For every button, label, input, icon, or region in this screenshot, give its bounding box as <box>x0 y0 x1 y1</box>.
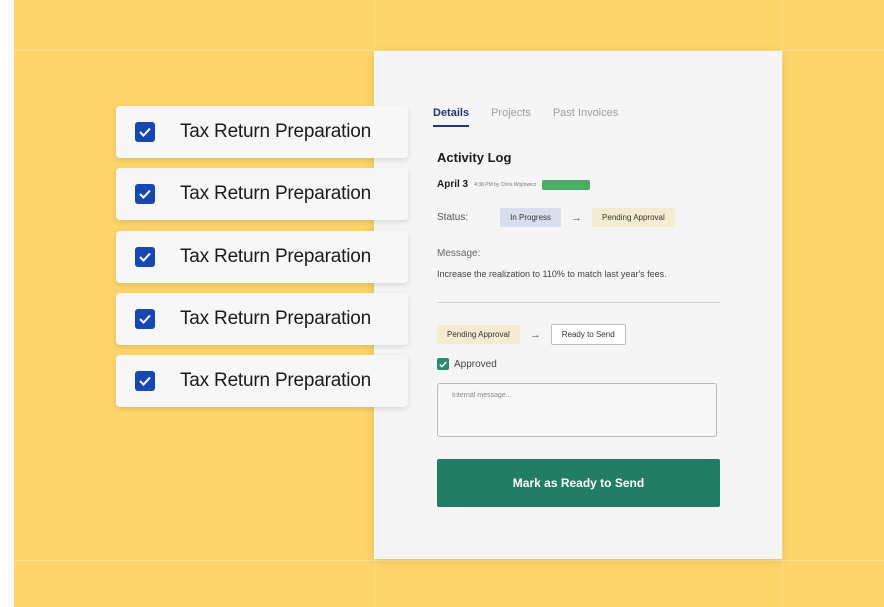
status-from-badge: In Progress <box>500 208 562 227</box>
task-label: Tax Return Preparation <box>180 121 371 142</box>
tab-projects[interactable]: Projects <box>491 107 531 127</box>
approved-label: Approved <box>454 358 497 370</box>
task-item[interactable]: Tax Return Preparation <box>116 231 408 283</box>
status-tag <box>542 179 591 190</box>
task-item[interactable]: Tax Return Preparation <box>116 293 408 345</box>
checkbox-checked[interactable] <box>135 122 155 142</box>
grid-line <box>14 560 884 561</box>
details-panel: Details Projects Past Invoices Activity … <box>374 51 782 559</box>
status-transition: Pending Approval → Ready to Send <box>437 324 626 345</box>
approved-checkbox-row[interactable]: Approved <box>437 358 497 370</box>
log-entry-header: April 3 4:38 PM by Chris Wojtowicz <box>437 179 591 190</box>
checkbox-checked[interactable] <box>135 184 155 204</box>
mark-ready-button[interactable]: Mark as Ready to Send <box>437 459 720 507</box>
status-change: Status: In Progress → Pending Approval <box>437 208 675 227</box>
check-icon <box>139 189 151 199</box>
log-date: April 3 <box>437 179 469 190</box>
tab-bar: Details Projects Past Invoices <box>433 107 618 127</box>
check-icon <box>139 127 151 137</box>
task-item[interactable]: Tax Return Preparation <box>116 168 408 220</box>
task-label: Tax Return Preparation <box>180 308 371 329</box>
divider <box>437 302 720 303</box>
internal-message-input[interactable]: Internal message... <box>437 383 717 437</box>
section-title: Activity Log <box>437 150 512 165</box>
log-meta: 4:38 PM by Chris Wojtowicz <box>474 181 537 188</box>
task-item[interactable]: Tax Return Preparation <box>116 106 408 158</box>
check-icon <box>139 314 151 324</box>
arrow-right-icon: → <box>571 211 583 224</box>
check-icon <box>439 361 447 368</box>
transition-from-badge: Pending Approval <box>437 325 520 344</box>
task-label: Tax Return Preparation <box>180 183 371 204</box>
message-label: Message: <box>437 248 481 259</box>
status-label: Status: <box>437 212 469 223</box>
tab-past-invoices[interactable]: Past Invoices <box>553 107 618 127</box>
tab-details[interactable]: Details <box>433 107 470 127</box>
arrow-right-icon: → <box>529 328 541 341</box>
check-icon <box>139 252 151 262</box>
checkbox-checked[interactable] <box>135 247 155 267</box>
task-label: Tax Return Preparation <box>180 246 371 267</box>
task-label: Tax Return Preparation <box>180 370 371 391</box>
status-to-badge: Pending Approval <box>592 208 675 227</box>
checkbox-checked[interactable] <box>135 371 155 391</box>
task-item[interactable]: Tax Return Preparation <box>116 355 408 407</box>
message-text: Increase the realization to 110% to matc… <box>437 269 667 279</box>
check-icon <box>139 376 151 386</box>
approved-checkbox[interactable] <box>437 358 449 370</box>
checkbox-checked[interactable] <box>135 309 155 329</box>
ready-to-send-select[interactable]: Ready to Send <box>550 324 626 345</box>
grid-line <box>782 0 783 607</box>
